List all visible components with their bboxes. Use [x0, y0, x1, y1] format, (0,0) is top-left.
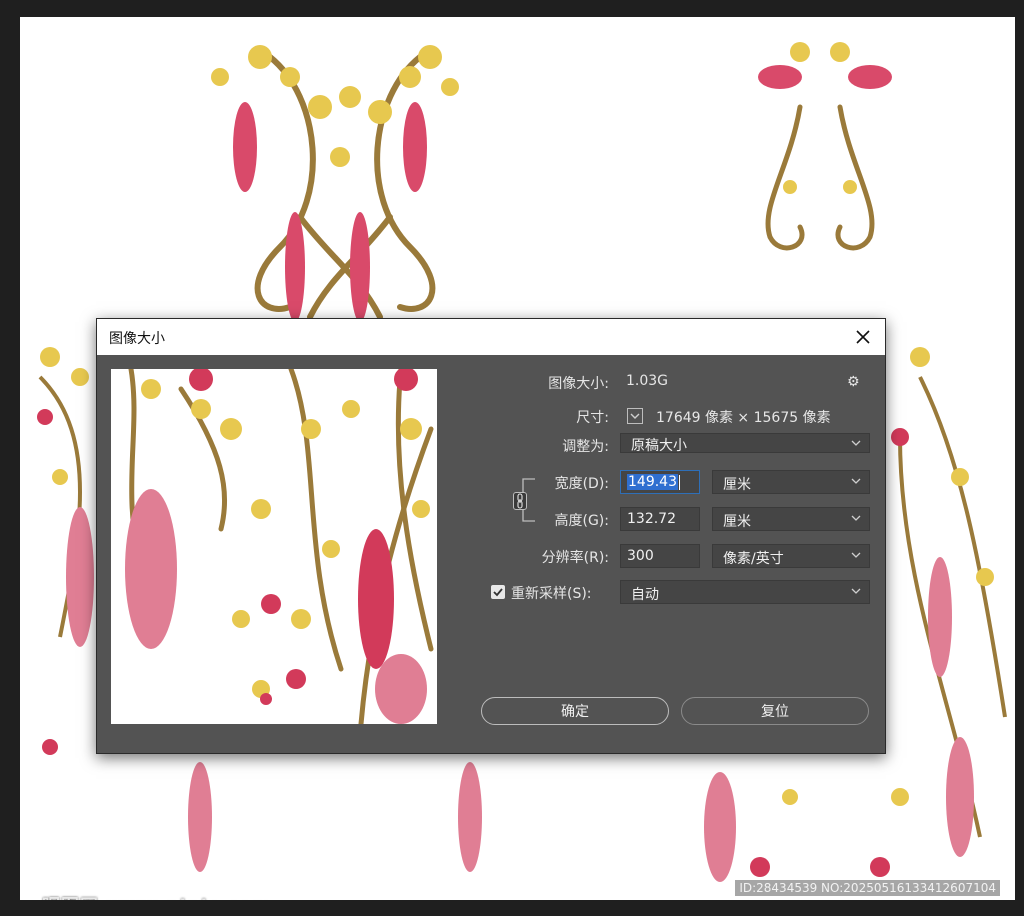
dialog-titlebar: 图像大小 — [97, 319, 885, 355]
link-icon[interactable] — [513, 492, 527, 510]
dimensions-label: 尺寸: — [576, 410, 609, 426]
fit-to-select[interactable]: 原稿大小 — [620, 433, 870, 454]
image-size-value: 1.03G — [626, 373, 669, 389]
image-preview[interactable] — [111, 369, 437, 724]
resample-checkbox[interactable] — [491, 585, 505, 599]
height-label: 高度(G): — [554, 513, 610, 529]
chevron-down-icon — [851, 440, 861, 446]
fit-to-label: 调整为: — [562, 439, 609, 455]
resample-label: 重新采样(S): — [511, 586, 592, 602]
image-size-label: 图像大小: — [548, 376, 609, 392]
width-label: 宽度(D): — [554, 476, 609, 492]
width-value: 149.43 — [627, 474, 678, 490]
reset-button[interactable]: 复位 — [681, 697, 869, 725]
chevron-down-icon — [851, 552, 861, 558]
resolution-label: 分辨率(R): — [541, 550, 609, 566]
width-input[interactable]: 149.43 — [620, 470, 700, 494]
resample-select[interactable]: 自动 — [620, 580, 870, 604]
height-value: 132.72 — [627, 511, 676, 527]
watermark-id: ID:28434539 NO:20250516133412607104 — [735, 880, 1000, 896]
fit-to-value: 原稿大小 — [631, 438, 687, 454]
dimensions-value: 17649 像素 × 15675 像素 — [656, 410, 831, 426]
width-unit-value: 厘米 — [723, 477, 751, 493]
resolution-unit-select[interactable]: 像素/英寸 — [712, 544, 870, 568]
gear-icon[interactable]: ⚙ — [847, 374, 865, 390]
chevron-down-icon — [851, 478, 861, 484]
dimensions-dropdown-icon[interactable] — [627, 408, 643, 424]
chevron-down-icon — [851, 515, 861, 521]
height-input[interactable]: 132.72 — [620, 507, 700, 531]
resolution-value: 300 — [627, 548, 654, 564]
watermark-left: 昵图网 www.nipic.com — [42, 892, 272, 900]
height-unit-value: 厘米 — [723, 514, 751, 530]
dialog-title: 图像大小 — [109, 331, 165, 347]
resample-value: 自动 — [631, 587, 659, 603]
chevron-down-icon — [851, 588, 861, 594]
close-icon[interactable] — [851, 325, 875, 349]
check-icon — [493, 588, 503, 597]
ok-button[interactable]: 确定 — [481, 697, 669, 725]
height-unit-select[interactable]: 厘米 — [712, 507, 870, 531]
resolution-input[interactable]: 300 — [620, 544, 700, 568]
resolution-unit-value: 像素/英寸 — [723, 551, 784, 567]
width-unit-select[interactable]: 厘米 — [712, 470, 870, 494]
image-size-dialog: 图像大小 图像大小: 1.03G ⚙ 尺寸: 17649 像素 × 15675 … — [96, 318, 886, 754]
